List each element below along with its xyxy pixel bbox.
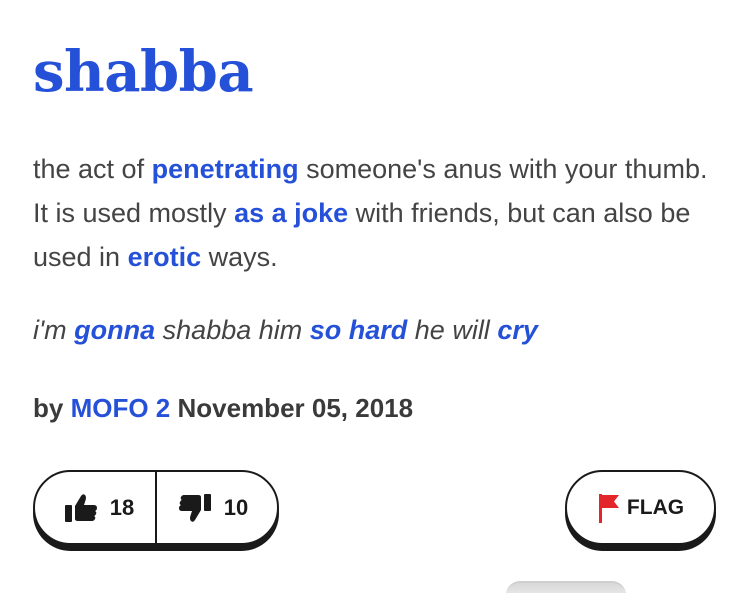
- date-label: November 05, 2018: [177, 393, 414, 423]
- term-link[interactable]: as a joke: [234, 198, 348, 228]
- term-link[interactable]: erotic: [128, 242, 202, 272]
- text-segment: he will: [407, 315, 498, 345]
- definition-example: i'm gonna shabba him so hard he will cry: [33, 310, 723, 350]
- thumbs-down-icon: [178, 493, 212, 523]
- term-link[interactable]: gonna: [74, 315, 155, 345]
- flag-label: FLAG: [626, 495, 685, 519]
- text-segment: shabba him: [155, 315, 310, 345]
- text-segment: i'm: [33, 315, 75, 345]
- definition-meaning: the act of penetrating someone's anus wi…: [33, 147, 723, 279]
- term-link[interactable]: cry: [497, 315, 538, 345]
- flag-button[interactable]: FLAG: [565, 470, 716, 545]
- upvote-button[interactable]: 18: [35, 472, 155, 543]
- text-segment: the act of: [33, 154, 152, 184]
- text-segment: ways.: [201, 242, 278, 272]
- term-link[interactable]: so hard: [310, 315, 408, 345]
- vote-group: 18 10: [33, 470, 279, 545]
- downvote-count: 10: [223, 494, 249, 520]
- word-title[interactable]: shabba: [33, 36, 254, 108]
- upvote-count: 18: [109, 494, 135, 520]
- by-label: by: [33, 393, 64, 423]
- downvote-button[interactable]: 10: [157, 472, 277, 543]
- contributor-line: by MOFO 2 November 05, 2018: [33, 388, 413, 428]
- author-link[interactable]: MOFO 2: [71, 393, 171, 423]
- flag-icon: [597, 492, 621, 524]
- term-link[interactable]: penetrating: [152, 154, 299, 184]
- thumbs-up-icon: [64, 493, 98, 523]
- product-image-partial[interactable]: [506, 581, 626, 593]
